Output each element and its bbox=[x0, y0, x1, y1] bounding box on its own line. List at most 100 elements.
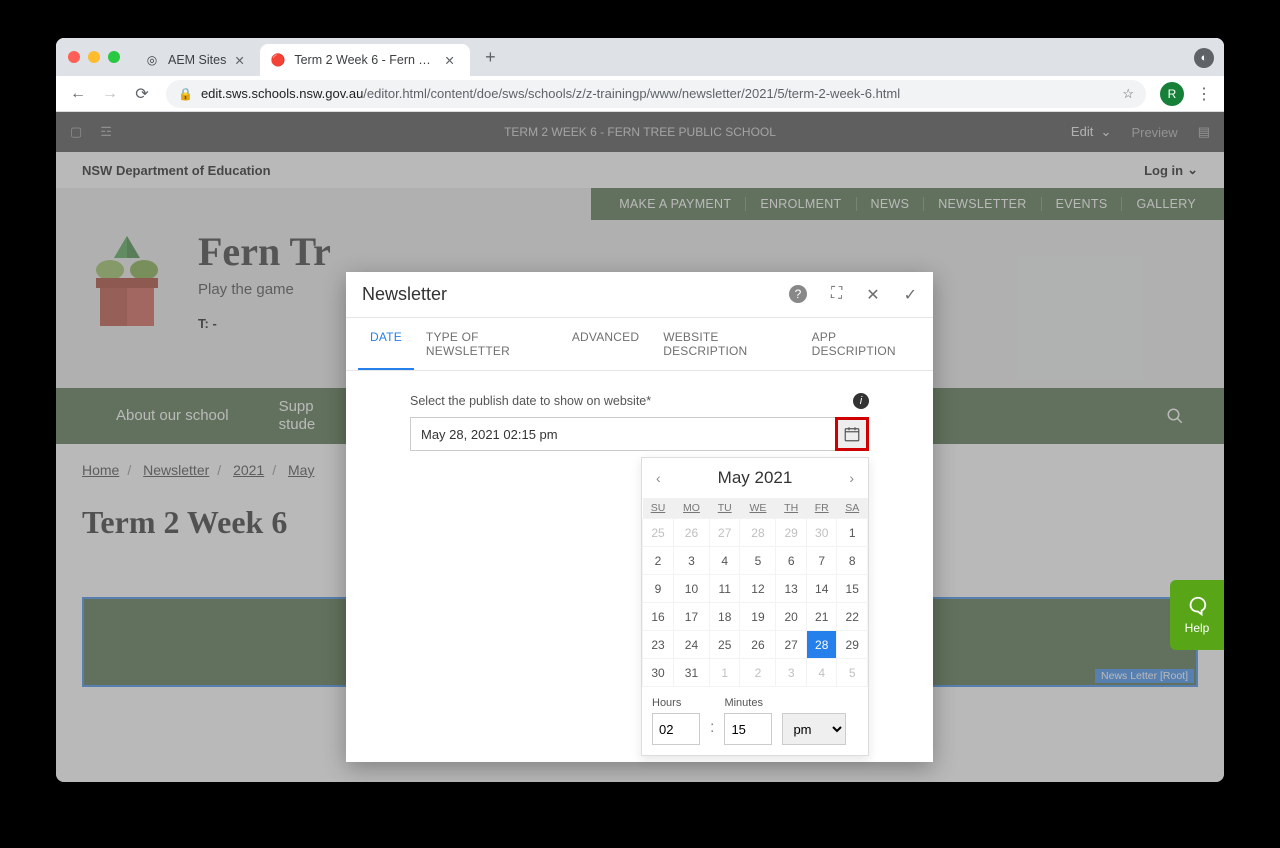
url-input[interactable]: 🔒 edit.sws.schools.nsw.gov.au/editor.htm… bbox=[166, 80, 1146, 108]
tab-strip: ◎ AEM Sites ✕ 🔴 Term 2 Week 6 - Fern Tre… bbox=[56, 38, 1224, 76]
aem-page-title: TERM 2 WEEK 6 - FERN TREE PUBLIC SCHOOL bbox=[504, 125, 776, 139]
crumb-home[interactable]: Home bbox=[82, 462, 119, 478]
calendar-day[interactable]: 28 bbox=[740, 519, 776, 547]
incognito-icon[interactable]: ◐ bbox=[1194, 48, 1214, 68]
util-gallery[interactable]: GALLERY bbox=[1122, 197, 1210, 211]
minimize-window-button[interactable] bbox=[88, 51, 100, 63]
publish-date-input[interactable] bbox=[410, 417, 836, 451]
minutes-input[interactable] bbox=[724, 713, 772, 745]
calendar-day[interactable]: 17 bbox=[674, 603, 710, 631]
util-news[interactable]: NEWS bbox=[857, 197, 925, 211]
calendar-day[interactable]: 8 bbox=[837, 547, 868, 575]
calendar-dow: MO bbox=[674, 498, 710, 519]
calendar-day[interactable]: 26 bbox=[674, 519, 710, 547]
address-bar: ← → ⟳ 🔒 edit.sws.schools.nsw.gov.au/edit… bbox=[56, 76, 1224, 112]
calendar-day[interactable]: 1 bbox=[709, 659, 740, 687]
help-icon[interactable]: ? bbox=[789, 285, 807, 303]
calendar-day[interactable]: 27 bbox=[709, 519, 740, 547]
tab-term2-week6[interactable]: 🔴 Term 2 Week 6 - Fern Tree Pub ✕ bbox=[260, 44, 470, 76]
prev-month-button[interactable]: ‹ bbox=[652, 466, 665, 490]
calendar-day[interactable]: 18 bbox=[709, 603, 740, 631]
util-enrolment[interactable]: ENROLMENT bbox=[746, 197, 856, 211]
calendar-day[interactable]: 4 bbox=[709, 547, 740, 575]
bookmark-icon[interactable]: ☆ bbox=[1122, 86, 1134, 102]
util-make-payment[interactable]: MAKE A PAYMENT bbox=[605, 197, 746, 211]
close-tab-icon[interactable]: ✕ bbox=[444, 53, 460, 68]
calendar-day[interactable]: 30 bbox=[643, 659, 674, 687]
forward-button[interactable]: → bbox=[96, 80, 124, 108]
close-tab-icon[interactable]: ✕ bbox=[234, 53, 250, 68]
tab-app-desc[interactable]: APP DESCRIPTION bbox=[800, 318, 921, 370]
calendar-day[interactable]: 2 bbox=[740, 659, 776, 687]
new-tab-button[interactable]: + bbox=[476, 47, 504, 68]
calendar-day[interactable]: 27 bbox=[776, 631, 807, 659]
nav-supporting[interactable]: Supp stude bbox=[279, 398, 316, 434]
tab-aem-sites[interactable]: ◎ AEM Sites ✕ bbox=[134, 44, 260, 76]
nav-about[interactable]: About our school bbox=[116, 407, 229, 425]
calendar-day[interactable]: 24 bbox=[674, 631, 710, 659]
back-button[interactable]: ← bbox=[64, 80, 92, 108]
calendar-day[interactable]: 19 bbox=[740, 603, 776, 631]
calendar-day[interactable]: 2 bbox=[643, 547, 674, 575]
calendar-day[interactable]: 7 bbox=[806, 547, 837, 575]
calendar-day[interactable]: 10 bbox=[674, 575, 710, 603]
crumb-may[interactable]: May bbox=[288, 462, 314, 478]
calendar-day[interactable]: 25 bbox=[643, 519, 674, 547]
calendar-day[interactable]: 29 bbox=[776, 519, 807, 547]
calendar-day[interactable]: 20 bbox=[776, 603, 807, 631]
calendar-day[interactable]: 6 bbox=[776, 547, 807, 575]
calendar-day[interactable]: 3 bbox=[674, 547, 710, 575]
calendar-day[interactable]: 14 bbox=[806, 575, 837, 603]
calendar-day[interactable]: 4 bbox=[806, 659, 837, 687]
tab-type[interactable]: TYPE OF NEWSLETTER bbox=[414, 318, 560, 370]
side-panel-icon[interactable]: ▢ bbox=[70, 124, 82, 140]
window-controls bbox=[68, 51, 120, 63]
calendar-day[interactable]: 31 bbox=[674, 659, 710, 687]
done-icon[interactable]: ✓ bbox=[904, 285, 917, 305]
calendar-day[interactable]: 9 bbox=[643, 575, 674, 603]
calendar-day[interactable]: 26 bbox=[740, 631, 776, 659]
calendar-day[interactable]: 15 bbox=[837, 575, 868, 603]
calendar-button[interactable] bbox=[835, 417, 869, 451]
calendar-day[interactable]: 22 bbox=[837, 603, 868, 631]
preview-button[interactable]: Preview bbox=[1131, 125, 1177, 140]
calendar-day[interactable]: 23 bbox=[643, 631, 674, 659]
calendar-day[interactable]: 11 bbox=[709, 575, 740, 603]
calendar-day[interactable]: 1 bbox=[837, 519, 868, 547]
calendar-day[interactable]: 30 bbox=[806, 519, 837, 547]
calendar-day[interactable]: 13 bbox=[776, 575, 807, 603]
calendar-day[interactable]: 29 bbox=[837, 631, 868, 659]
crumb-2021[interactable]: 2021 bbox=[233, 462, 264, 478]
tab-website-desc[interactable]: WEBSITE DESCRIPTION bbox=[651, 318, 799, 370]
info-icon[interactable]: i bbox=[853, 393, 869, 409]
login-link[interactable]: Log in ⌄ bbox=[1144, 162, 1198, 178]
profile-avatar[interactable]: R bbox=[1160, 82, 1184, 106]
ampm-select[interactable]: pm bbox=[782, 713, 846, 745]
calendar-day[interactable]: 16 bbox=[643, 603, 674, 631]
hours-input[interactable] bbox=[652, 713, 700, 745]
calendar-day[interactable]: 3 bbox=[776, 659, 807, 687]
help-button[interactable]: Help bbox=[1170, 580, 1224, 650]
close-window-button[interactable] bbox=[68, 51, 80, 63]
reload-button[interactable]: ⟳ bbox=[128, 80, 156, 108]
maximize-window-button[interactable] bbox=[108, 51, 120, 63]
crumb-newsletter[interactable]: Newsletter bbox=[143, 462, 209, 478]
page-info-icon[interactable]: ☲ bbox=[100, 124, 112, 140]
close-icon[interactable]: ✕ bbox=[866, 285, 879, 305]
util-events[interactable]: EVENTS bbox=[1042, 197, 1123, 211]
edit-mode-dropdown[interactable]: Edit ⌄ bbox=[1071, 124, 1112, 140]
util-newsletter[interactable]: NEWSLETTER bbox=[924, 197, 1041, 211]
calendar-day[interactable]: 5 bbox=[740, 547, 776, 575]
calendar-day[interactable]: 25 bbox=[709, 631, 740, 659]
calendar-day[interactable]: 21 bbox=[806, 603, 837, 631]
browser-menu-button[interactable]: ⋮ bbox=[1192, 84, 1216, 104]
fullscreen-icon[interactable]: ⛶ bbox=[831, 285, 842, 305]
calendar-day[interactable]: 5 bbox=[837, 659, 868, 687]
annotate-icon[interactable]: ▤ bbox=[1198, 124, 1210, 140]
calendar-day[interactable]: 28 bbox=[806, 631, 837, 659]
tab-advanced[interactable]: ADVANCED bbox=[560, 318, 651, 370]
calendar-day[interactable]: 12 bbox=[740, 575, 776, 603]
tab-date[interactable]: DATE bbox=[358, 318, 414, 370]
next-month-button[interactable]: › bbox=[845, 466, 858, 490]
search-icon[interactable] bbox=[1166, 407, 1184, 425]
